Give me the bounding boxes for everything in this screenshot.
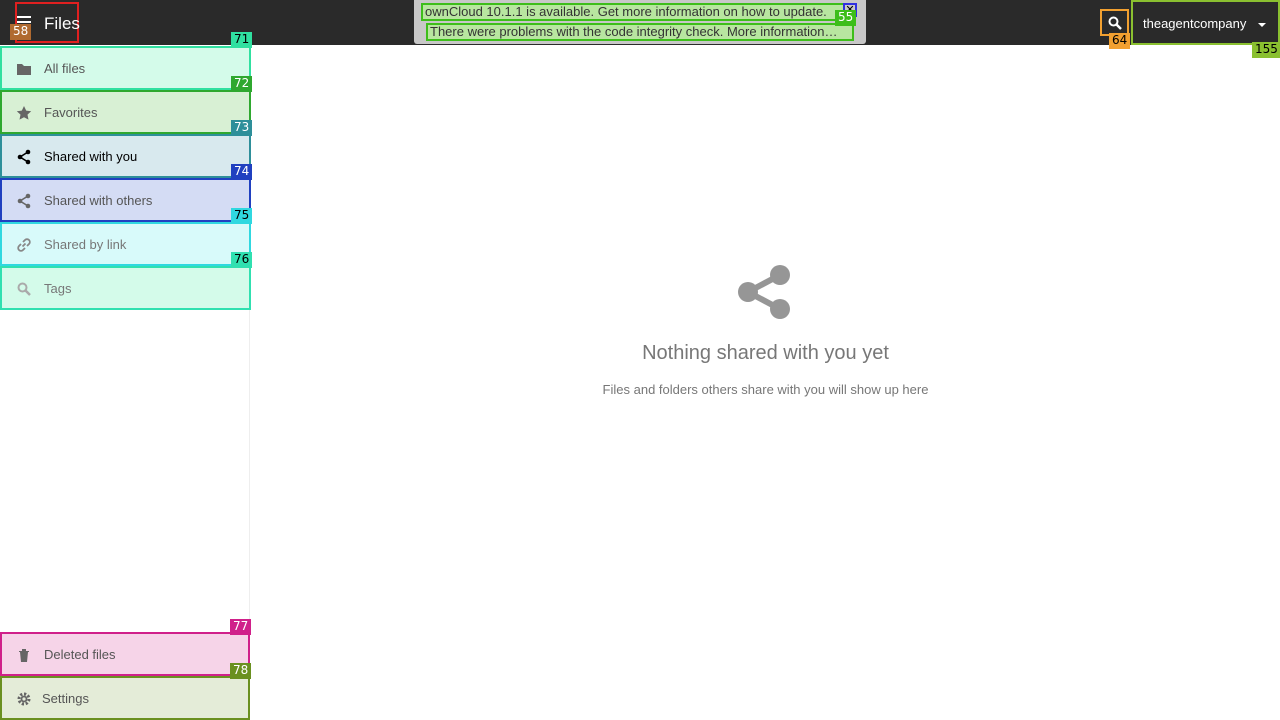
search-icon <box>17 282 31 296</box>
username-label: theagentcompany <box>1143 16 1247 31</box>
element-badge: 76 <box>231 252 253 268</box>
update-notification[interactable]: ownCloud 10.1.1 is available. Get more i… <box>421 3 853 21</box>
element-badge: 74 <box>231 164 253 180</box>
sidebar-item-shared-with-you[interactable]: Shared with you <box>0 134 251 178</box>
element-badge: 55 <box>835 10 857 26</box>
user-menu-button[interactable]: theagentcompany <box>1131 0 1280 45</box>
integrity-notification[interactable]: There were problems with the code integr… <box>426 23 854 41</box>
element-badge: 71 <box>231 32 253 48</box>
share-icon <box>17 149 31 165</box>
sidebar-item-label: Favorites <box>44 105 98 120</box>
sidebar-item-favorites[interactable]: Favorites <box>0 90 251 134</box>
sidebar: All files 71 Favorites 72 Shared with yo… <box>0 32 253 720</box>
star-icon <box>16 106 32 120</box>
notification-area: ownCloud 10.1.1 is available. Get more i… <box>414 0 866 44</box>
settings-button[interactable]: Settings <box>0 676 250 720</box>
gear-icon <box>17 692 31 706</box>
sidebar-item-tags[interactable]: Tags <box>0 266 251 310</box>
sidebar-item-label: Shared with others <box>44 193 153 208</box>
empty-subtitle: Files and folders others share with you … <box>602 382 929 397</box>
share-icon <box>17 193 31 209</box>
empty-content: Nothing shared with you yet Files and fo… <box>251 45 1280 720</box>
empty-title: Nothing shared with you yet <box>642 342 889 364</box>
chevron-down-icon <box>1258 23 1266 27</box>
sidebar-item-label: Shared with you <box>44 149 138 164</box>
sidebar-item-deleted-files[interactable]: Deleted files <box>0 632 250 676</box>
sidebar-item-label: Shared by link <box>44 237 127 252</box>
trash-icon <box>19 649 29 662</box>
sidebar-item-label: Tags <box>44 281 72 296</box>
top-bar: Files 58 ownCloud 10.1.1 is available. G… <box>0 0 1280 58</box>
sidebar-item-shared-by-link[interactable]: Shared by link <box>0 222 251 266</box>
search-icon <box>1108 16 1122 30</box>
sidebar-item-label: Deleted files <box>44 647 116 662</box>
sidebar-item-label: All files <box>44 61 86 76</box>
link-icon <box>17 238 31 252</box>
element-badge: 78 <box>230 663 252 679</box>
element-badge: 58 <box>10 24 32 40</box>
search-button[interactable] <box>1100 9 1129 36</box>
sidebar-item-all-files[interactable]: All files <box>0 46 251 90</box>
element-badge: 75 <box>231 208 253 224</box>
element-badge: 77 <box>230 619 252 635</box>
app-title: Files <box>44 14 80 33</box>
element-badge: 72 <box>231 76 253 92</box>
sidebar-item-label: Settings <box>42 691 89 706</box>
share-icon <box>738 265 790 319</box>
folder-icon <box>17 64 31 75</box>
element-badge: 73 <box>231 120 253 136</box>
sidebar-item-shared-with-others[interactable]: Shared with others <box>0 178 251 222</box>
